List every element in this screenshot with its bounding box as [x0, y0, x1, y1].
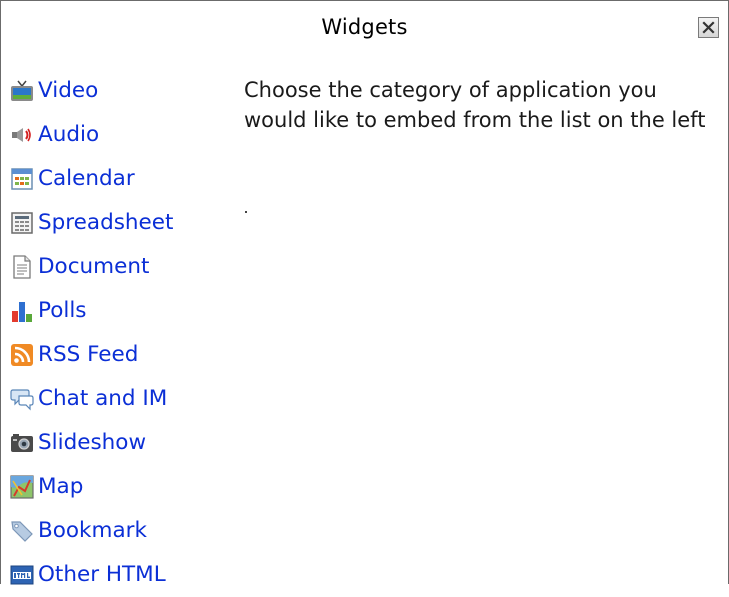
menu-item-spreadsheet[interactable]: Spreadsheet: [10, 201, 173, 245]
menu-item-calendar[interactable]: Calendar: [10, 157, 173, 201]
camera-icon: [10, 431, 34, 455]
map-icon: [10, 475, 34, 499]
menu-item-label: Bookmark: [38, 518, 147, 544]
menu-item-label: Slideshow: [38, 430, 147, 456]
menu-item-map[interactable]: Map: [10, 465, 173, 509]
spreadsheet-icon: [10, 211, 34, 235]
menu-item-label: Document: [38, 254, 150, 280]
menu-item-label: Calendar: [38, 166, 135, 192]
menu-item-document[interactable]: Document: [10, 245, 173, 289]
close-x-icon: [699, 18, 718, 37]
menu-item-label: Map: [38, 474, 84, 500]
calendar-icon: [10, 167, 34, 191]
menu-item-other-html[interactable]: Other HTML: [10, 553, 173, 597]
divider-mark: [245, 211, 247, 213]
menu-item-slideshow[interactable]: Slideshow: [10, 421, 173, 465]
menu-item-label: Video: [38, 78, 99, 104]
widget-category-list: Video Audio Calendar Spreadsheet Documen…: [10, 69, 173, 597]
menu-item-chat-and-im[interactable]: Chat and IM: [10, 377, 173, 421]
menu-item-label: Polls: [38, 298, 87, 324]
menu-item-polls[interactable]: Polls: [10, 289, 173, 333]
menu-item-audio[interactable]: Audio: [10, 113, 173, 157]
tag-icon: [10, 519, 34, 543]
instruction-text: Choose the category of application you w…: [244, 78, 706, 132]
rss-icon: [10, 343, 34, 367]
html-icon: [10, 563, 34, 587]
chat-bubble-icon: [10, 387, 34, 411]
speaker-icon: [10, 123, 34, 147]
widgets-dialog: Widgets Video Audio Calendar Spreadsheet…: [0, 0, 729, 585]
menu-item-label: Chat and IM: [38, 386, 168, 412]
menu-item-rss-feed[interactable]: RSS Feed: [10, 333, 173, 377]
menu-item-label: Other HTML: [38, 562, 166, 588]
bar-chart-icon: [10, 299, 34, 323]
menu-item-label: Spreadsheet: [38, 210, 174, 236]
dialog-title: Widgets: [321, 15, 408, 39]
menu-item-label: Audio: [38, 122, 100, 148]
menu-item-label: RSS Feed: [38, 342, 139, 368]
close-button[interactable]: [698, 17, 719, 38]
menu-item-bookmark[interactable]: Bookmark: [10, 509, 173, 553]
document-icon: [10, 255, 34, 279]
menu-item-video[interactable]: Video: [10, 69, 173, 113]
tv-icon: [10, 79, 34, 103]
